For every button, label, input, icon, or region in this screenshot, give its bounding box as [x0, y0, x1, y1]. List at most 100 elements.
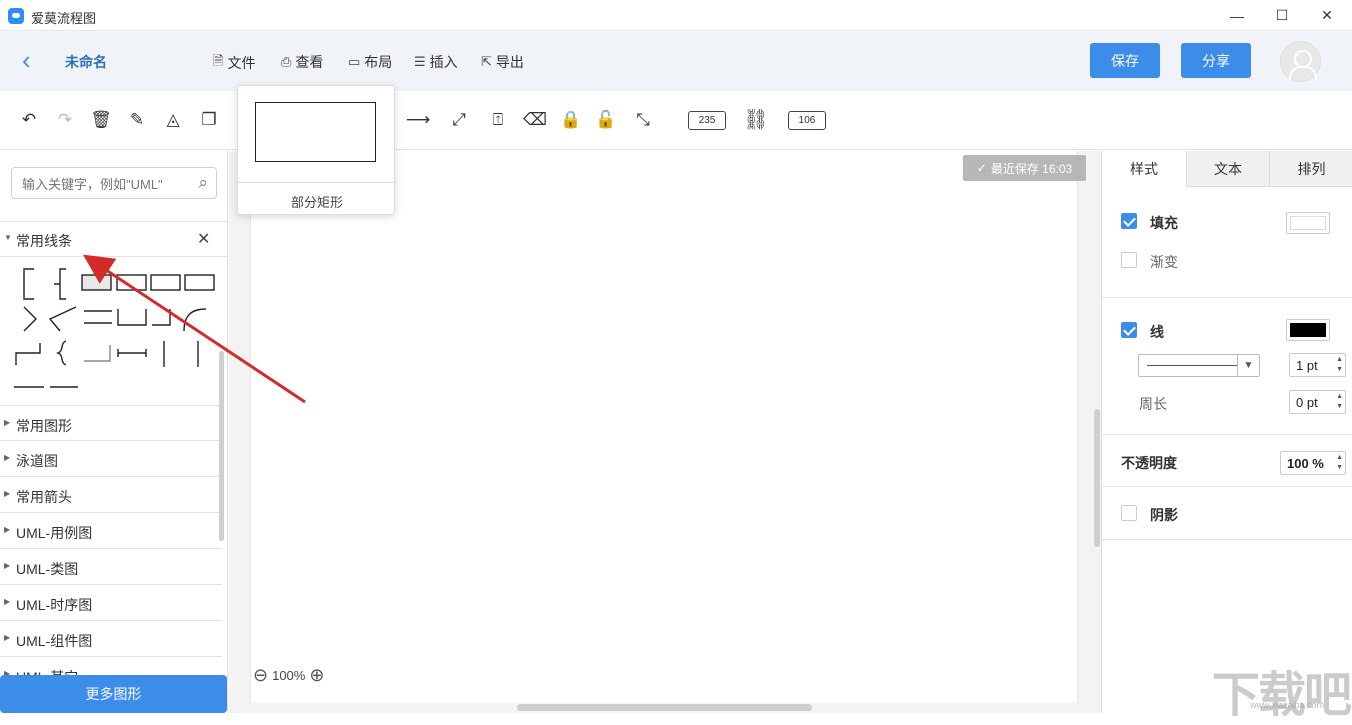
category-common-arrows[interactable]: ▶ 常用箭头: [0, 477, 222, 513]
eraser-icon[interactable]: ⌫: [523, 109, 545, 131]
zoom-in-icon[interactable]: ⊕: [309, 665, 324, 686]
shape-search-box[interactable]: ⌕: [11, 167, 217, 199]
fill-checkbox[interactable]: [1121, 213, 1137, 229]
drawing-page[interactable]: [250, 151, 1078, 703]
shadow-checkbox[interactable]: [1121, 505, 1137, 521]
menu-file[interactable]: 🗎 文件: [213, 52, 255, 74]
shape-search-input[interactable]: [22, 174, 182, 194]
line-width-value: 1 pt: [1296, 358, 1318, 373]
stepper-arrows-icon[interactable]: ▲▼: [1336, 392, 1343, 412]
line-checkbox[interactable]: [1121, 322, 1137, 338]
share-button[interactable]: 分享: [1181, 43, 1251, 78]
canvas-area[interactable]: ✓ 最近保存 16:03 ⊖ 100% ⊕: [229, 151, 1101, 713]
shape-preview-popup: 部分矩形: [237, 85, 395, 215]
horizontal-scrollbar[interactable]: [517, 704, 812, 711]
category-common-shapes[interactable]: ▶ 常用图形: [0, 405, 222, 441]
perimeter-label: 周长: [1139, 394, 1167, 414]
perimeter-stepper[interactable]: 0 pt ▲▼: [1289, 390, 1346, 414]
gradient-checkbox[interactable]: [1121, 252, 1137, 268]
back-arrow-icon[interactable]: ‹: [22, 47, 31, 73]
vertical-scrollbar[interactable]: [1094, 409, 1100, 547]
undo-icon[interactable]: ↶: [18, 109, 40, 131]
link-icon[interactable]: ⛓: [739, 109, 773, 131]
section-common-lines[interactable]: ▼ 常用线条 ✕: [0, 221, 228, 257]
tab-style[interactable]: 样式: [1102, 151, 1186, 187]
format-painter-icon[interactable]: ⍐: [487, 109, 509, 131]
category-uml-usecase[interactable]: ▶ UML-用例图: [0, 513, 222, 549]
line-width-stepper[interactable]: 1 pt ▲▼: [1289, 353, 1346, 377]
menu-layout-label: 布局: [364, 52, 392, 72]
menu-insert[interactable]: ☰ 插入: [414, 52, 458, 72]
stepper-arrows-icon[interactable]: ▲▼: [1336, 355, 1343, 375]
rect-line-shape: [151, 275, 180, 290]
category-uml-class[interactable]: ▶ UML-类图: [0, 549, 222, 585]
maximize-button[interactable]: ☐: [1259, 0, 1305, 31]
save-button[interactable]: 保存: [1090, 43, 1160, 78]
category-label: UML-类图: [16, 559, 78, 579]
opacity-label: 不透明度: [1121, 453, 1177, 473]
file-icon: 🗎: [213, 52, 223, 74]
collapsed-triangle-icon: ▶: [4, 561, 10, 570]
panel-divider: [1102, 297, 1352, 298]
save-status-text: 最近保存 16:03: [991, 160, 1072, 177]
bracket-shape: [24, 269, 34, 299]
category-label: UML-用例图: [16, 523, 92, 543]
rect-line-shape: [117, 275, 146, 290]
zoom-out-icon[interactable]: ⊖: [253, 665, 268, 686]
curly-brace-shape: [58, 341, 66, 365]
redo-icon[interactable]: ↷: [54, 109, 76, 131]
u-line-shape: [118, 309, 146, 325]
tab-text[interactable]: 文本: [1186, 151, 1269, 187]
search-icon[interactable]: ⌕: [198, 173, 208, 193]
pencil-icon[interactable]: ✎: [126, 109, 148, 131]
height-field[interactable]: 106: [788, 111, 826, 130]
menu-export[interactable]: ⇱ 导出: [481, 52, 524, 72]
width-field[interactable]: 235: [688, 111, 726, 130]
fill-bucket-icon[interactable]: ◬: [162, 109, 184, 131]
close-section-icon[interactable]: ✕: [197, 229, 210, 249]
title-bar: 爱莫流程图 — ☐ ✕: [0, 0, 1352, 31]
export-icon: ⇱: [481, 54, 492, 70]
expanded-triangle-icon: ▼: [4, 233, 12, 242]
sidebar-scrollbar[interactable]: [219, 351, 224, 541]
angle-shape: [50, 307, 76, 331]
tab-arrange[interactable]: 排列: [1269, 151, 1352, 187]
app-logo-icon: [8, 8, 24, 24]
connector-icon[interactable]: ⤢: [448, 109, 470, 131]
line-color-swatch[interactable]: [1286, 319, 1330, 341]
menu-view[interactable]: ⎙ 查看: [281, 52, 323, 72]
user-avatar[interactable]: [1280, 41, 1321, 82]
more-shapes-button[interactable]: 更多图形: [0, 675, 227, 713]
category-label: 常用箭头: [16, 487, 72, 507]
fill-color-swatch[interactable]: [1286, 212, 1330, 234]
corner-line-shape: [84, 345, 110, 361]
fill-label: 填充: [1150, 213, 1178, 233]
menu-insert-label: 插入: [430, 52, 458, 72]
format-tabs: 样式 文本 排列: [1102, 151, 1352, 187]
check-circle-icon: ✓: [977, 161, 987, 175]
watermark-logo: 下载吧: [1212, 655, 1350, 725]
delete-icon[interactable]: 🗑: [90, 109, 112, 131]
unlock-icon[interactable]: 🔓: [595, 109, 617, 131]
category-swimlane[interactable]: ▶ 泳道图: [0, 441, 222, 477]
lock-icon[interactable]: 🔒: [560, 109, 582, 131]
menu-file-label: 文件: [227, 53, 255, 73]
minimize-button[interactable]: —: [1214, 0, 1260, 31]
stepper-arrows-icon[interactable]: ▲▼: [1336, 453, 1343, 473]
opacity-stepper[interactable]: 100 % ▲▼: [1280, 451, 1346, 475]
menu-layout[interactable]: ▭ 布局: [348, 52, 392, 72]
line-shapes-grid[interactable]: [10, 263, 220, 403]
document-name[interactable]: 未命名: [65, 52, 107, 72]
close-window-button[interactable]: ✕: [1304, 0, 1350, 31]
category-label: UML-组件图: [16, 631, 92, 651]
category-uml-sequence[interactable]: ▶ UML-时序图: [0, 585, 222, 621]
category-uml-component[interactable]: ▶ UML-组件图: [0, 621, 222, 657]
opacity-value: 100 %: [1287, 456, 1324, 471]
shape-preview-label: 部分矩形: [238, 192, 396, 211]
line-style-select[interactable]: ▼: [1138, 354, 1260, 377]
menu-export-label: 导出: [496, 52, 524, 72]
shadow-icon[interactable]: ❐: [198, 109, 220, 131]
straight-line-icon[interactable]: ⟶: [404, 109, 432, 131]
category-label: 常用图形: [16, 416, 72, 436]
fit-size-icon[interactable]: ⤡: [632, 109, 654, 131]
